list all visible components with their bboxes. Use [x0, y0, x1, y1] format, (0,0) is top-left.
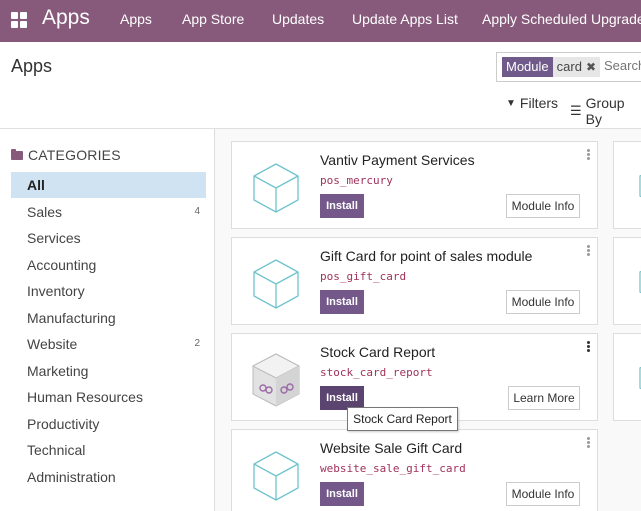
nav-app-store[interactable]: App Store — [182, 11, 244, 27]
app-card-partial[interactable] — [613, 237, 641, 325]
category-label: Marketing — [27, 363, 89, 379]
apps-kanban: Vantiv Payment Services pos_mercury Inst… — [215, 129, 641, 511]
nav-update-apps-list[interactable]: Update Apps List — [352, 11, 458, 27]
category-services[interactable]: Services — [11, 225, 206, 251]
category-label: Sales — [27, 204, 63, 220]
nav-updates[interactable]: Updates — [272, 11, 324, 27]
app-technical-name: website_sale_gift_card — [320, 462, 466, 475]
app-menu-icon[interactable] — [11, 12, 27, 28]
category-label: Productivity — [27, 416, 100, 432]
tooltip: Stock Card Report — [347, 407, 458, 431]
category-count: 2 — [194, 338, 200, 349]
categories-title: CATEGORIES — [28, 147, 121, 163]
learn-more-button[interactable]: Learn More — [508, 386, 580, 410]
category-label: Technical — [27, 442, 86, 458]
module-info-button[interactable]: Module Info — [506, 194, 580, 218]
categories-sidebar: CATEGORIES All Sales 4 Services Accountin… — [0, 129, 215, 511]
category-label: Human Resources — [27, 389, 143, 405]
group-by-button[interactable]: ☰ Group By — [570, 95, 641, 127]
install-button[interactable]: Install — [320, 194, 364, 218]
nav-apply-scheduled-upgrades[interactable]: Apply Scheduled Upgrades — [482, 11, 641, 27]
app-technical-name: pos_mercury — [320, 174, 393, 187]
app-card[interactable]: Website Sale Gift Card website_sale_gift… — [231, 429, 598, 511]
group-by-label: Group By — [585, 95, 625, 127]
category-website[interactable]: Website 2 — [11, 331, 206, 357]
categories-header: CATEGORIES — [11, 147, 121, 163]
page-title: Apps — [11, 56, 53, 76]
search-box[interactable]: Module card ✖ — [496, 52, 641, 82]
filters-label: Filters — [519, 95, 559, 111]
module-info-button[interactable]: Module Info — [506, 290, 580, 314]
card-menu-icon[interactable] — [587, 341, 591, 353]
app-technical-name: pos_gift_card — [320, 270, 407, 283]
module-cube-icon — [253, 259, 299, 309]
category-label: All — [27, 177, 45, 193]
category-manufacturing[interactable]: Manufacturing — [11, 305, 206, 331]
category-label: Accounting — [27, 257, 97, 273]
category-all[interactable]: All — [11, 172, 206, 198]
module-cube-icon — [253, 451, 299, 501]
category-label: Website — [27, 336, 78, 352]
folder-icon — [11, 148, 23, 160]
search-input[interactable] — [604, 58, 641, 73]
app-technical-name: stock_card_report — [320, 366, 433, 379]
facet-category: Module — [502, 57, 553, 77]
nav-apps[interactable]: Apps — [120, 11, 152, 27]
app-name: Gift Card for point of sales module — [320, 248, 533, 264]
category-human-resources[interactable]: Human Resources — [11, 384, 206, 410]
filters-button[interactable]: ▼ Filters — [506, 95, 558, 111]
category-sales[interactable]: Sales 4 — [11, 199, 206, 225]
app-card-partial[interactable] — [613, 333, 641, 421]
install-button[interactable]: Install — [320, 482, 364, 506]
card-menu-icon[interactable] — [587, 245, 591, 257]
app-name: Website Sale Gift Card — [320, 440, 463, 456]
category-productivity[interactable]: Productivity — [11, 411, 206, 437]
category-label: Administration — [27, 469, 116, 485]
category-label: Inventory — [27, 283, 85, 299]
facet-remove-icon[interactable]: ✖ — [586, 59, 596, 75]
module-cube-icon — [639, 270, 641, 294]
module-cube-icon — [253, 163, 299, 213]
module-info-button[interactable]: Module Info — [506, 482, 580, 506]
list-icon: ☰ — [570, 103, 582, 118]
filter-icon: ▼ — [506, 97, 516, 109]
card-menu-icon[interactable] — [587, 437, 591, 449]
top-navbar: Apps Apps App Store Updates Update Apps … — [0, 0, 641, 42]
category-label: Services — [27, 230, 81, 246]
facet-value: card — [556, 59, 582, 74]
control-panel: Apps Module card ✖ ▼ Filters ☰ Group By — [0, 42, 641, 129]
category-marketing[interactable]: Marketing — [11, 358, 206, 384]
category-inventory[interactable]: Inventory — [11, 278, 206, 304]
app-card-partial[interactable] — [613, 141, 641, 229]
category-label: Manufacturing — [27, 310, 116, 326]
module-cube-icon — [639, 366, 641, 390]
facet-value-wrap: card ✖ — [552, 57, 600, 77]
app-card[interactable]: Vantiv Payment Services pos_mercury Inst… — [231, 141, 598, 229]
category-count: 4 — [194, 206, 200, 217]
category-technical[interactable]: Technical — [11, 437, 206, 463]
app-name: Vantiv Payment Services — [320, 152, 475, 168]
stock-card-report-icon — [251, 353, 301, 407]
app-name: Stock Card Report — [320, 344, 436, 360]
app-card[interactable]: Gift Card for point of sales module pos_… — [231, 237, 598, 325]
install-button[interactable]: Install — [320, 290, 364, 314]
app-brand[interactable]: Apps — [42, 6, 90, 30]
category-administration[interactable]: Administration — [11, 464, 206, 490]
module-cube-icon — [639, 174, 641, 198]
search-facet[interactable]: Module card ✖ — [502, 57, 600, 77]
card-menu-icon[interactable] — [587, 149, 591, 161]
category-accounting[interactable]: Accounting — [11, 252, 206, 278]
